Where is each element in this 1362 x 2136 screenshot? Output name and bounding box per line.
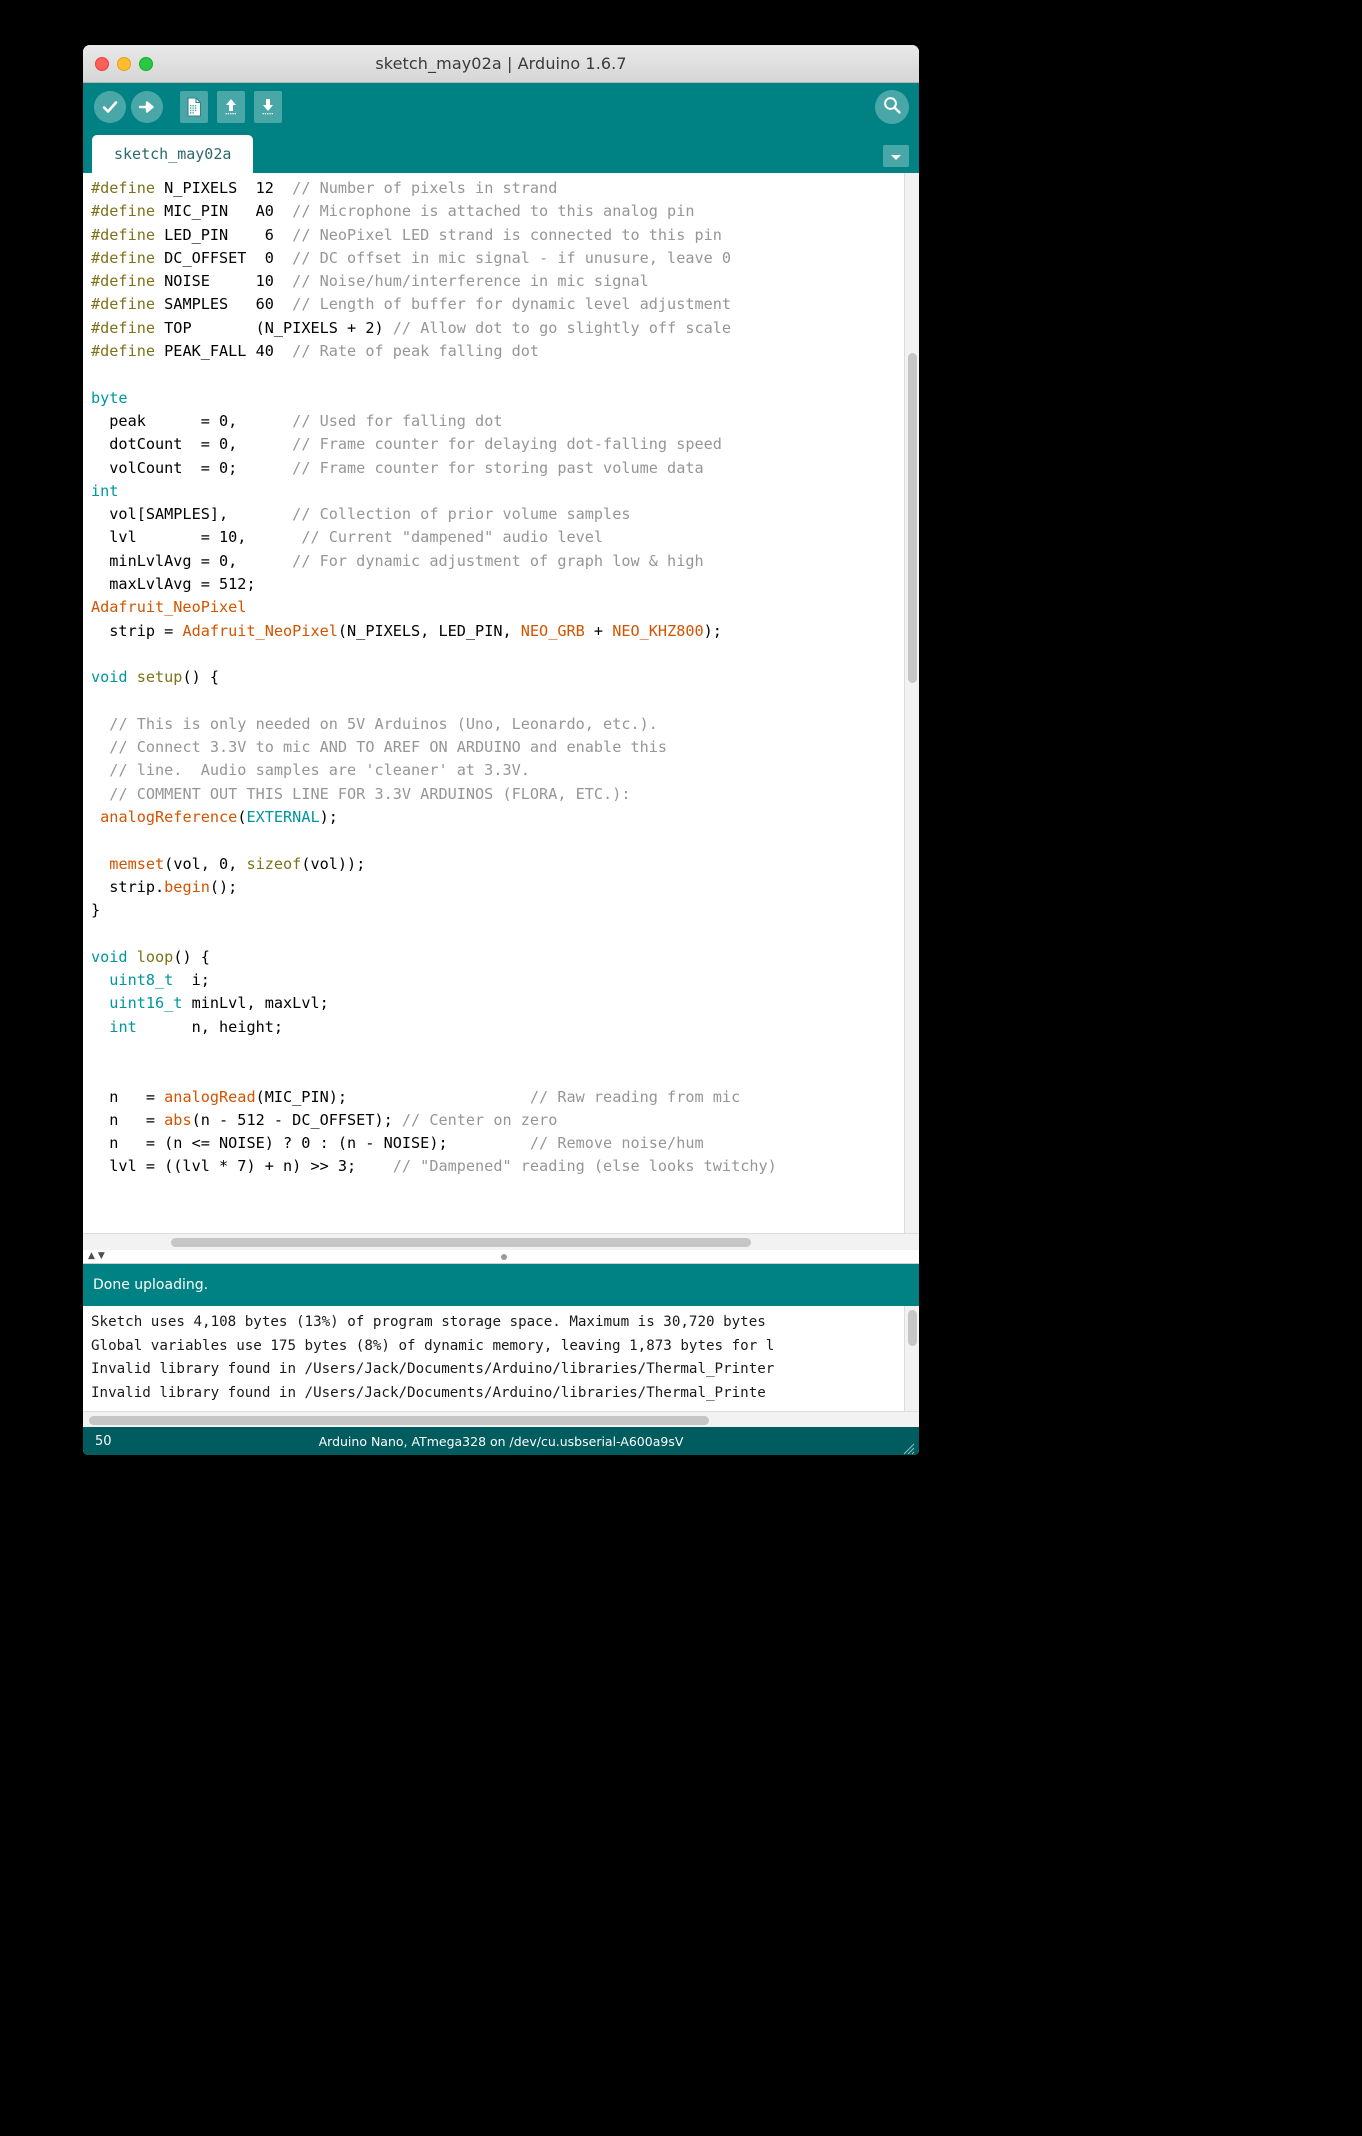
console-vertical-scroll-thumb[interactable] — [908, 1310, 917, 1346]
console-horizontal-scroll-thumb[interactable] — [89, 1416, 709, 1425]
splitter-arrows: ▲ ▼ — [88, 1252, 105, 1261]
editor-vertical-scroll-thumb[interactable] — [908, 353, 917, 683]
window-titlebar: sketch_may02a | Arduino 1.6.7 — [83, 45, 919, 83]
triangle-down-icon[interactable]: ▼ — [98, 1252, 105, 1261]
console-splitter[interactable]: ▲ ▼ — [83, 1250, 919, 1264]
sketch-tabbar: sketch_may02a — [83, 131, 919, 173]
new-sketch-button[interactable] — [177, 90, 211, 124]
arrow-up-icon — [217, 91, 245, 123]
tab-sketch-may02a[interactable]: sketch_may02a — [92, 135, 254, 173]
console-output-area: Sketch uses 4,108 bytes (13%) of program… — [83, 1306, 919, 1411]
arduino-ide-window: sketch_may02a | Arduino 1.6.7 sketch_may… — [83, 45, 919, 1455]
board-port-info: Arduino Nano, ATmega328 on /dev/cu.usbse… — [318, 1433, 684, 1449]
editor-horizontal-scrollbar[interactable] — [83, 1233, 919, 1250]
main-toolbar — [83, 83, 919, 131]
checkmark-icon — [94, 91, 126, 123]
window-title: sketch_may02a | Arduino 1.6.7 — [375, 54, 627, 73]
save-sketch-button[interactable] — [251, 90, 285, 124]
chevron-down-icon — [889, 147, 903, 166]
resize-grip-icon[interactable] — [903, 1440, 915, 1455]
splitter-handle-dot[interactable] — [501, 1254, 507, 1260]
console-horizontal-scrollbar[interactable] — [83, 1411, 919, 1427]
console-text[interactable]: Sketch uses 4,108 bytes (13%) of program… — [83, 1306, 904, 1411]
magnifier-icon — [881, 94, 903, 120]
code-editor-area: #define N_PIXELS 12 // Number of pixels … — [83, 173, 919, 1233]
console-vertical-scrollbar[interactable] — [904, 1306, 919, 1411]
bottom-status-bar: 50 Arduino Nano, ATmega328 on /dev/cu.us… — [83, 1427, 919, 1455]
tab-menu-button[interactable] — [883, 145, 909, 167]
status-message: Done uploading. — [93, 1277, 209, 1293]
arrow-down-icon — [254, 91, 282, 123]
status-banner: Done uploading. — [83, 1264, 919, 1306]
new-file-icon — [180, 91, 208, 123]
code-text[interactable]: #define N_PIXELS 12 // Number of pixels … — [83, 173, 904, 1233]
open-sketch-button[interactable] — [214, 90, 248, 124]
triangle-up-icon[interactable]: ▲ — [88, 1252, 95, 1261]
editor-horizontal-scroll-thumb[interactable] — [171, 1238, 751, 1247]
arrow-right-icon — [131, 91, 163, 123]
upload-button[interactable] — [130, 90, 164, 124]
serial-monitor-button[interactable] — [875, 90, 909, 124]
verify-button[interactable] — [93, 90, 127, 124]
editor-vertical-scrollbar[interactable] — [904, 173, 919, 1233]
